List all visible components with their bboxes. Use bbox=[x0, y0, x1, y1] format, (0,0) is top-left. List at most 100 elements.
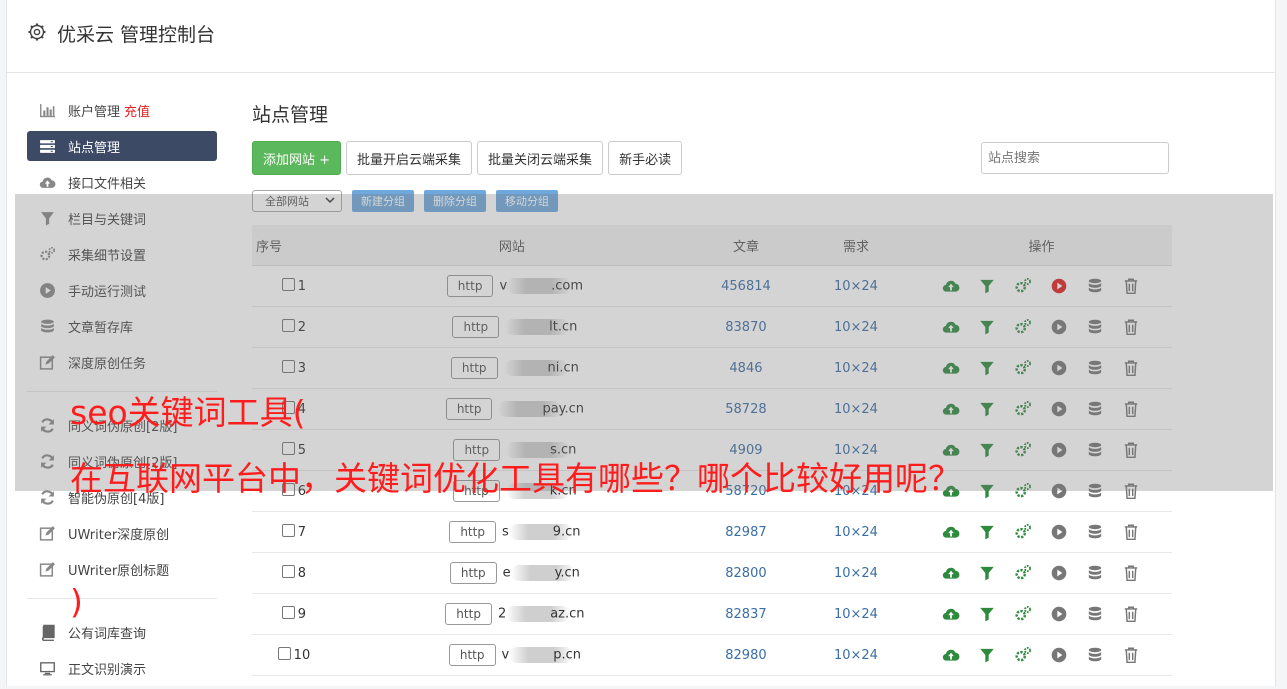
article-count[interactable]: 82987 bbox=[690, 511, 801, 553]
protocol-badge[interactable]: http bbox=[450, 357, 498, 379]
cloud-upload-icon[interactable] bbox=[942, 400, 960, 418]
gears-icon[interactable] bbox=[1014, 605, 1032, 623]
filter-icon[interactable] bbox=[978, 605, 996, 623]
protocol-badge[interactable]: http bbox=[448, 644, 496, 666]
row-checkbox[interactable] bbox=[281, 278, 295, 291]
article-count[interactable]: 82980 bbox=[690, 634, 801, 676]
filter-icon[interactable] bbox=[978, 523, 996, 541]
filter-icon[interactable] bbox=[978, 482, 996, 500]
article-count[interactable]: 4846 bbox=[690, 347, 801, 389]
gears-icon[interactable] bbox=[1014, 277, 1032, 295]
trash-icon[interactable] bbox=[1122, 523, 1140, 541]
site-domain[interactable]: s.cn bbox=[550, 443, 576, 458]
demand-value[interactable]: 10×24 bbox=[800, 634, 911, 676]
cloud-upload-icon[interactable] bbox=[942, 359, 960, 377]
protocol-badge[interactable]: http bbox=[449, 521, 496, 543]
protocol-badge[interactable]: http bbox=[452, 316, 500, 338]
protocol-badge[interactable]: http bbox=[449, 562, 497, 584]
gears-icon[interactable] bbox=[1014, 400, 1032, 418]
beginner-guide-button[interactable]: 新手必读 bbox=[608, 141, 683, 175]
site-search-input[interactable] bbox=[981, 142, 1169, 174]
batch-open-cloud-button[interactable]: 批量开启云端采集 bbox=[346, 141, 473, 175]
protocol-badge[interactable]: http bbox=[453, 439, 501, 461]
filter-icon[interactable] bbox=[978, 400, 996, 418]
site-domain[interactable]: lt.cn bbox=[549, 320, 577, 335]
play-circle-icon[interactable] bbox=[1050, 400, 1068, 418]
trash-icon[interactable] bbox=[1122, 482, 1140, 500]
article-count[interactable]: 82837 bbox=[690, 593, 801, 635]
trash-icon[interactable] bbox=[1122, 605, 1140, 623]
database-icon[interactable] bbox=[1086, 441, 1104, 459]
protocol-badge[interactable]: http bbox=[446, 275, 494, 297]
play-circle-icon[interactable] bbox=[1050, 646, 1068, 664]
gears-icon[interactable] bbox=[1014, 646, 1032, 664]
trash-icon[interactable] bbox=[1122, 564, 1140, 582]
cloud-upload-icon[interactable] bbox=[942, 441, 960, 459]
site-domain[interactable]: pay.cn bbox=[542, 402, 584, 417]
site-domain[interactable]: ni.cn bbox=[548, 361, 579, 376]
sidebar-item-uwriter-deep[interactable]: UWriter深度原创 bbox=[27, 518, 217, 548]
cloud-upload-icon[interactable] bbox=[942, 646, 960, 664]
database-icon[interactable] bbox=[1086, 564, 1104, 582]
play-circle-icon[interactable] bbox=[1050, 605, 1068, 623]
play-circle-icon[interactable] bbox=[1050, 523, 1068, 541]
filter-icon[interactable] bbox=[978, 441, 996, 459]
row-checkbox[interactable] bbox=[281, 606, 295, 619]
cloud-upload-icon[interactable] bbox=[942, 277, 960, 295]
trash-icon[interactable] bbox=[1122, 318, 1140, 336]
database-icon[interactable] bbox=[1086, 482, 1104, 500]
trash-icon[interactable] bbox=[1122, 277, 1140, 295]
sidebar-item-manual-run[interactable]: 手动运行测试 bbox=[27, 275, 217, 305]
demand-value[interactable]: 10×24 bbox=[800, 265, 911, 307]
site-domain[interactable]: 9.cn bbox=[553, 525, 581, 540]
site-domain[interactable]: az.cn bbox=[550, 607, 584, 622]
play-circle-icon[interactable] bbox=[1050, 564, 1068, 582]
gears-icon[interactable] bbox=[1014, 564, 1032, 582]
cloud-upload-icon[interactable] bbox=[942, 564, 960, 582]
database-icon[interactable] bbox=[1086, 277, 1104, 295]
row-checkbox[interactable] bbox=[281, 360, 295, 373]
trash-icon[interactable] bbox=[1122, 359, 1140, 377]
sidebar-item-columns-keywords[interactable]: 栏目与关键词 bbox=[27, 203, 217, 233]
play-circle-icon[interactable] bbox=[1050, 318, 1068, 336]
article-count[interactable]: 82800 bbox=[690, 552, 801, 594]
cloud-upload-icon[interactable] bbox=[942, 523, 960, 541]
play-circle-icon[interactable] bbox=[1050, 441, 1068, 459]
site-domain[interactable]: p.cn bbox=[553, 648, 581, 663]
row-checkbox[interactable] bbox=[281, 442, 295, 455]
database-icon[interactable] bbox=[1086, 318, 1104, 336]
database-icon[interactable] bbox=[1086, 400, 1104, 418]
filter-icon[interactable] bbox=[978, 646, 996, 664]
gears-icon[interactable] bbox=[1014, 318, 1032, 336]
cloud-upload-icon[interactable] bbox=[942, 318, 960, 336]
site-domain[interactable]: .com bbox=[551, 279, 583, 294]
database-icon[interactable] bbox=[1086, 605, 1104, 623]
sidebar-item-collect-settings[interactable]: 采集细节设置 bbox=[27, 239, 217, 269]
sidebar-item-interface-files[interactable]: 接口文件相关 bbox=[27, 167, 217, 197]
row-checkbox[interactable] bbox=[277, 647, 291, 660]
row-checkbox[interactable] bbox=[281, 565, 295, 578]
demand-value[interactable]: 10×24 bbox=[800, 552, 911, 594]
database-icon[interactable] bbox=[1086, 523, 1104, 541]
sidebar-item-text-recognition[interactable]: 正文识别演示 bbox=[27, 653, 217, 683]
row-checkbox[interactable] bbox=[281, 524, 295, 537]
filter-icon[interactable] bbox=[978, 277, 996, 295]
filter-icon[interactable] bbox=[978, 564, 996, 582]
filter-icon[interactable] bbox=[978, 359, 996, 377]
gears-icon[interactable] bbox=[1014, 523, 1032, 541]
protocol-badge[interactable]: http bbox=[445, 398, 493, 420]
database-icon[interactable] bbox=[1086, 359, 1104, 377]
play-circle-icon[interactable] bbox=[1050, 359, 1068, 377]
article-count[interactable]: 456814 bbox=[690, 265, 801, 307]
play-circle-icon[interactable] bbox=[1050, 277, 1068, 295]
row-checkbox[interactable] bbox=[281, 319, 295, 332]
new-group-button[interactable]: 新建分组 bbox=[352, 190, 414, 212]
demand-value[interactable]: 10×24 bbox=[800, 347, 911, 389]
recharge-link[interactable]: 充值 bbox=[124, 101, 150, 120]
trash-icon[interactable] bbox=[1122, 646, 1140, 664]
demand-value[interactable]: 10×24 bbox=[800, 511, 911, 553]
site-domain[interactable]: y.cn bbox=[555, 566, 580, 581]
gears-icon[interactable] bbox=[1014, 482, 1032, 500]
demand-value[interactable]: 10×24 bbox=[800, 306, 911, 348]
cloud-upload-icon[interactable] bbox=[942, 605, 960, 623]
